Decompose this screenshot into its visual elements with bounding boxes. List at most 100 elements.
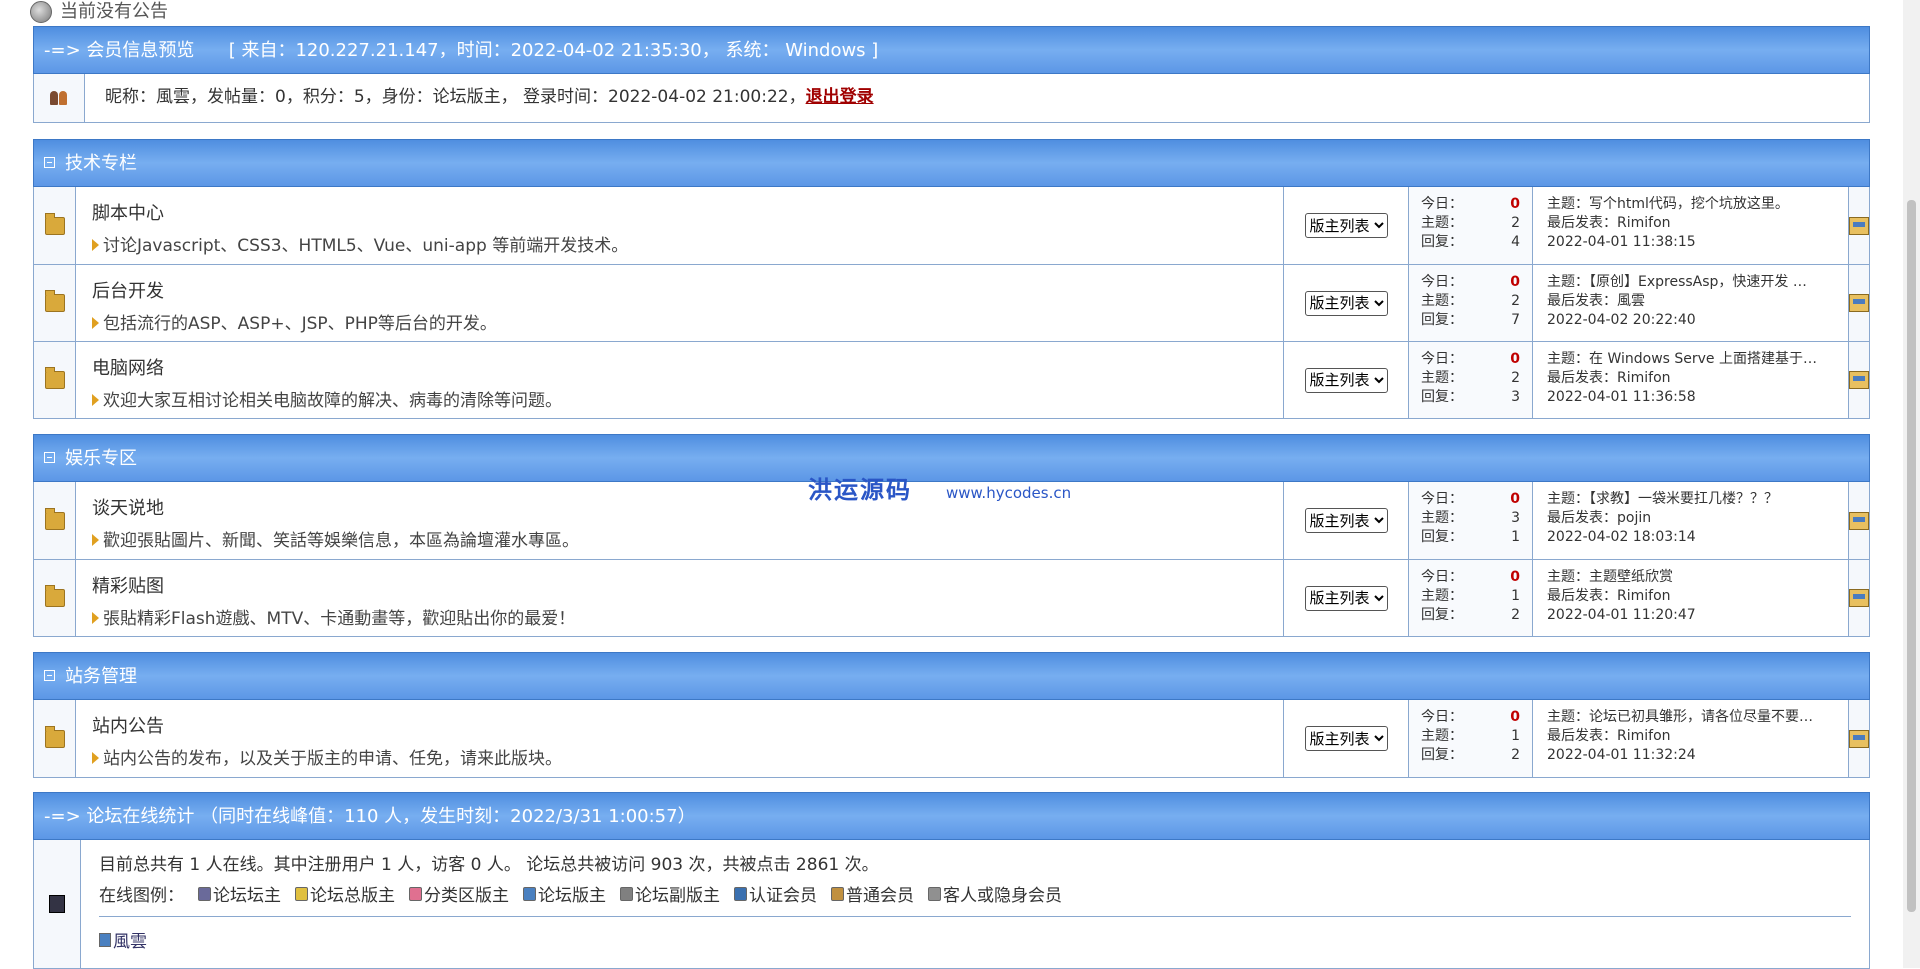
goto-last-post-icon[interactable] [1849, 294, 1869, 312]
collapse-icon[interactable] [44, 452, 55, 463]
member-preview-header: -=> 会员信息预览 [ 来自：120.227.21.147，时间：2022-0… [33, 26, 1870, 74]
speaker-icon [30, 1, 52, 23]
online-user-link[interactable]: 風雲 [99, 927, 147, 952]
last-post[interactable]: 主题：主题壁纸欣赏 最后发表：Rimifon 2022-04-01 11:20:47 [1533, 560, 1849, 636]
last-post[interactable]: 主题：【求教】一袋米要扛几楼？？？ 最后发表：pojin 2022-04-02 18… [1533, 482, 1849, 559]
mod-icon [523, 886, 536, 901]
forum-desc: 站内公告的发布，以及关于版主的申请、任免，请来此版块。 [92, 744, 1267, 769]
category-name: 娱乐专区 [65, 448, 137, 469]
legend-item: 普通会员 [831, 881, 914, 906]
online-legend: 在线图例： 论坛坛主 论坛总版主 分类区版主 论坛版主 论坛副版主 认证会员 普… [99, 881, 1851, 906]
moderator-list-select[interactable]: 版主列表 [1304, 213, 1388, 238]
folder-icon-cell [34, 265, 76, 341]
forum-title[interactable]: 电脑网络 [92, 354, 1267, 380]
legend-item: 客人或隐身会员 [928, 881, 1062, 906]
announcement-bar: 当前没有公告 [30, 0, 168, 24]
moderator-list-select[interactable]: 版主列表 [1304, 726, 1388, 751]
scrollbar-thumb[interactable] [1907, 200, 1916, 912]
logout-link[interactable]: 退出登录 [806, 87, 874, 107]
category-header[interactable]: 站务管理 [33, 652, 1870, 700]
category-entertainment: 娱乐专区 谈天说地歡迎張貼圖片、新聞、笑話等娛樂信息，本區為論壇灌水專區。 版主… [33, 434, 1870, 637]
online-stats-section: -=> 论坛在线统计 （同时在线峰值：110 人，发生时刻：2022/3/31 … [33, 792, 1870, 969]
folder-icon-cell [34, 482, 76, 559]
moderator-list-select[interactable]: 版主列表 [1304, 290, 1388, 316]
goto-last-post-icon[interactable] [1849, 729, 1869, 748]
folder-icon [44, 507, 65, 530]
super-mod-icon [295, 886, 308, 901]
folder-icon [44, 290, 65, 312]
goto-last-post-icon[interactable] [1849, 216, 1869, 235]
forum-title[interactable]: 谈天说地 [92, 494, 1267, 520]
online-icon-cell [34, 840, 81, 968]
goto-last-post-icon[interactable] [1849, 511, 1869, 530]
watermark-cn: 洪运源码 [808, 476, 912, 504]
legend-label: 在线图例： [99, 886, 184, 906]
forum-desc: 歡迎張貼圖片、新聞、笑話等娛樂信息，本區為論壇灌水專區。 [92, 526, 1267, 551]
goto-last-post-icon[interactable] [1849, 589, 1869, 607]
category-tech: 技术专栏 脚本中心讨论Javascript、CSS3、HTML5、Vue、uni… [33, 139, 1870, 419]
verified-member-icon [734, 886, 747, 901]
divider [99, 916, 1851, 917]
forum-title[interactable]: 后台开发 [92, 277, 1267, 303]
member-preview-section: -=> 会员信息预览 [ 来自：120.227.21.147，时间：2022-0… [33, 26, 1870, 123]
online-stats-header: -=> 论坛在线统计 （同时在线峰值：110 人，发生时刻：2022/3/31 … [33, 792, 1870, 840]
members-icon [49, 89, 69, 107]
collapse-icon[interactable] [44, 670, 55, 681]
category-site-admin: 站务管理 站内公告站内公告的发布，以及关于版主的申请、任免，请来此版块。 版主列… [33, 652, 1870, 778]
collapse-icon[interactable] [44, 157, 55, 168]
folder-icon [44, 212, 65, 235]
category-name: 站务管理 [65, 666, 137, 687]
watermark-url: www.hycodes.cn [946, 484, 1072, 502]
mod-icon [99, 932, 111, 947]
legend-item: 认证会员 [734, 881, 817, 906]
members-icon-cell [34, 74, 85, 122]
member-info: 昵称：風雲，发帖量：0，积分：5，身份：论坛版主， 登录时间：2022-04-0… [105, 87, 806, 107]
forum-desc: 讨论Javascript、CSS3、HTML5、Vue、uni-app 等前端开… [92, 231, 1267, 256]
folder-icon-cell [34, 187, 76, 264]
admin-icon [198, 886, 211, 901]
vertical-scrollbar[interactable] [1903, 0, 1920, 968]
online-icon [49, 895, 65, 913]
moderator-list-select[interactable]: 版主列表 [1304, 508, 1388, 533]
sub-mod-icon [620, 886, 633, 901]
folder-icon-cell [34, 560, 76, 636]
moderator-list-select[interactable]: 版主列表 [1304, 367, 1388, 393]
forum-row: 精彩贴图張貼精彩Flash遊戲、MTV、卡通動畫等，歡迎貼出你的最爱！ 版主列表… [34, 559, 1869, 636]
legend-item: 论坛副版主 [620, 881, 720, 906]
folder-icon [44, 585, 65, 607]
forum-desc: 欢迎大家互相讨论相关电脑故障的解决、病毒的清除等问题。 [92, 386, 1267, 411]
online-summary: 目前总共有 1 人在线。其中注册用户 1 人，访客 0 人。 论坛总共被访问 9… [99, 855, 879, 875]
folder-icon-cell [34, 700, 76, 777]
forum-stats: 今日： 0 主题： 1 回复： 2 [1409, 700, 1533, 777]
forum-row: 电脑网络欢迎大家互相讨论相关电脑故障的解决、病毒的清除等问题。 版主列表 今日：… [34, 341, 1869, 418]
forum-stats: 今日： 0 主题： 2 回复： 3 [1409, 342, 1533, 418]
last-post[interactable]: 主题：【原创】ExpressAsp，快速开发 … 最后发表：風雲 2022-04-0… [1533, 265, 1849, 341]
announcement-text: 当前没有公告 [60, 1, 168, 22]
forum-desc: 張貼精彩Flash遊戲、MTV、卡通動畫等，歡迎貼出你的最爱！ [92, 604, 1267, 629]
forum-title[interactable]: 精彩贴图 [92, 572, 1267, 598]
folder-icon [44, 725, 65, 748]
legend-item: 论坛版主 [523, 881, 606, 906]
forum-title[interactable]: 脚本中心 [92, 199, 1267, 225]
folder-icon [44, 367, 65, 389]
forum-desc: 包括流行的ASP、ASP+、JSP、PHP等后台的开发。 [92, 309, 1267, 334]
member-icon [831, 886, 844, 901]
legend-item: 分类区版主 [409, 881, 509, 906]
guest-icon [928, 886, 941, 901]
last-post[interactable]: 主题：写个html代码，挖个坑放这里。 最后发表：Rimifon 2022-04-0… [1533, 187, 1849, 264]
forum-stats: 今日： 0 主题： 2 回复： 4 [1409, 187, 1533, 264]
watermark: 洪运源码 www.hycodes.cn [808, 470, 1071, 505]
forum-title[interactable]: 站内公告 [92, 712, 1267, 738]
last-post[interactable]: 主题：在 Windows Serve 上面搭建基于… 最后发表：Rimifon 20… [1533, 342, 1849, 418]
category-name: 技术专栏 [65, 153, 137, 174]
forum-row: 站内公告站内公告的发布，以及关于版主的申请、任免，请来此版块。 版主列表 今日：… [34, 700, 1869, 777]
moderator-list-select[interactable]: 版主列表 [1304, 585, 1388, 611]
legend-item: 论坛坛主 [198, 881, 281, 906]
category-header[interactable]: 技术专栏 [33, 139, 1870, 187]
goto-last-post-icon[interactable] [1849, 371, 1869, 389]
last-post[interactable]: 主题：论坛已初具雏形，请各位尽量不要… 最后发表：Rimifon 2022-04-0… [1533, 700, 1849, 777]
folder-icon-cell [34, 342, 76, 418]
category-mod-icon [409, 886, 422, 901]
forum-stats: 今日： 0 主题： 1 回复： 2 [1409, 560, 1533, 636]
legend-item: 论坛总版主 [295, 881, 395, 906]
